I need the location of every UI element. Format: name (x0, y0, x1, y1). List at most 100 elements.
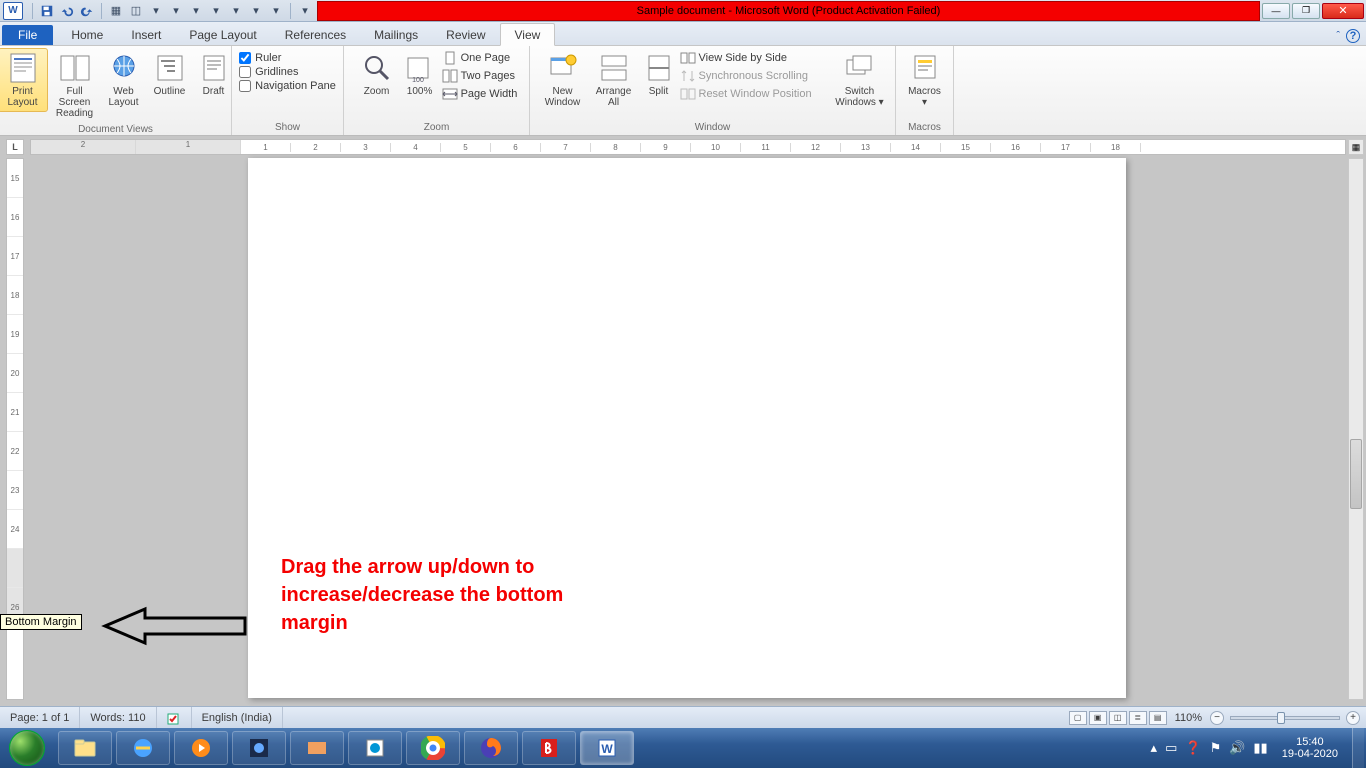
macros-button[interactable]: Macros▾ (901, 48, 949, 112)
annotation-note: Drag the arrow up/down to increase/decre… (281, 553, 621, 637)
tray-clock[interactable]: 15:40 19-04-2020 (1276, 736, 1344, 760)
quick-access-toolbar: ▦ ◫ ▾ ▾ ▾ ▾ ▾ ▾ ▾ ▾ (26, 3, 317, 19)
tray-help-icon[interactable]: ❓ (1185, 740, 1201, 756)
view-draft-icon[interactable]: ▤ (1149, 711, 1167, 725)
tab-selector[interactable]: L (6, 139, 24, 155)
task-app-3[interactable] (348, 731, 402, 765)
svg-text:100: 100 (412, 77, 424, 84)
outline-button[interactable]: Outline (148, 48, 192, 101)
minimize-ribbon-icon[interactable]: ˆ (1336, 30, 1340, 42)
tray-time: 15:40 (1282, 736, 1338, 748)
start-button[interactable] (0, 728, 54, 768)
tab-insert[interactable]: Insert (117, 24, 175, 45)
scrollbar-thumb[interactable] (1350, 439, 1362, 509)
tab-page-layout[interactable]: Page Layout (175, 24, 270, 45)
navigation-pane-checkbox-input[interactable] (239, 80, 251, 92)
window-controls: — ❐ ✕ (1260, 3, 1366, 19)
tray-flag-icon[interactable]: ⚑ (1210, 740, 1222, 756)
vertical-scrollbar[interactable] (1348, 158, 1364, 700)
tab-view[interactable]: View (500, 23, 556, 46)
view-outline-icon[interactable]: ≣ (1129, 711, 1147, 725)
tab-mailings[interactable]: Mailings (360, 24, 432, 45)
draft-button[interactable]: Draft (194, 48, 234, 101)
ruler-checkbox-input[interactable] (239, 52, 251, 64)
web-layout-button[interactable]: Web Layout (102, 48, 146, 112)
draft-label: Draft (203, 86, 225, 97)
zoom-slider-thumb[interactable] (1277, 712, 1285, 724)
tray-up-icon[interactable]: ▴ (1151, 740, 1158, 756)
file-tab[interactable]: File (2, 25, 53, 45)
gridlines-checkbox[interactable]: Gridlines (239, 66, 336, 78)
arrange-all-button[interactable]: Arrange All (590, 48, 638, 112)
qat-icon-6[interactable]: ▾ (208, 3, 224, 19)
task-acrobat[interactable] (522, 731, 576, 765)
gridlines-checkbox-input[interactable] (239, 66, 251, 78)
one-page-button[interactable]: One Page (442, 50, 518, 66)
tray-volume-icon[interactable]: 🔊 (1229, 740, 1245, 756)
title-bar: W ▦ ◫ ▾ ▾ ▾ ▾ ▾ ▾ ▾ ▾ Sample document - … (0, 0, 1366, 22)
close-button[interactable]: ✕ (1322, 3, 1364, 19)
task-chrome[interactable] (406, 731, 460, 765)
navigation-pane-checkbox[interactable]: Navigation Pane (239, 80, 336, 92)
view-side-by-side-button[interactable]: View Side by Side (680, 50, 830, 66)
qat-icon-1[interactable]: ▦ (108, 3, 124, 19)
show-desktop-button[interactable] (1352, 728, 1364, 768)
redo-icon[interactable] (79, 3, 95, 19)
new-window-button[interactable]: New Window (538, 48, 588, 112)
arrange-all-label: Arrange All (593, 86, 635, 108)
zoom-in-button[interactable]: + (1346, 711, 1360, 725)
word-count[interactable]: Words: 110 (80, 707, 156, 728)
task-ie[interactable] (116, 731, 170, 765)
qat-icon-2[interactable]: ◫ (128, 3, 144, 19)
help-icon[interactable]: ? (1346, 29, 1360, 43)
proofing-status[interactable] (157, 707, 192, 728)
view-full-screen-icon[interactable]: ▣ (1089, 711, 1107, 725)
view-web-icon[interactable]: ◫ (1109, 711, 1127, 725)
ruler-toggle-button[interactable]: ▦ (1348, 139, 1364, 155)
hundred-pct-button[interactable]: 100 100% (400, 48, 440, 101)
undo-icon[interactable] (59, 3, 75, 19)
page-width-button[interactable]: Page Width (442, 86, 518, 102)
task-app-1[interactable] (232, 731, 286, 765)
group-show: Ruler Gridlines Navigation Pane Show (232, 46, 344, 135)
qat-customize-icon[interactable]: ▾ (297, 3, 313, 19)
save-icon[interactable] (39, 3, 55, 19)
ruler-checkbox[interactable]: Ruler (239, 52, 336, 64)
task-explorer[interactable] (58, 731, 112, 765)
restore-button[interactable]: ❐ (1292, 3, 1320, 19)
zoom-slider[interactable] (1230, 716, 1340, 720)
outline-label: Outline (154, 86, 186, 97)
minimize-button[interactable]: — (1262, 3, 1290, 19)
view-print-layout-icon[interactable]: ▢ (1069, 711, 1087, 725)
task-wmp[interactable] (174, 731, 228, 765)
document-page[interactable]: Drag the arrow up/down to increase/decre… (248, 158, 1126, 698)
two-pages-button[interactable]: Two Pages (442, 68, 518, 84)
zoom-percent[interactable]: 110% (1169, 712, 1208, 724)
switch-windows-button[interactable]: Switch Windows ▾ (832, 48, 888, 112)
tray-battery-icon[interactable]: ▭ (1165, 740, 1177, 756)
qat-icon-7[interactable]: ▾ (228, 3, 244, 19)
zoom-out-button[interactable]: − (1210, 711, 1224, 725)
qat-icon-9[interactable]: ▾ (268, 3, 284, 19)
task-app-2[interactable] (290, 731, 344, 765)
full-screen-reading-button[interactable]: Full Screen Reading (50, 48, 100, 123)
qat-icon-8[interactable]: ▾ (248, 3, 264, 19)
split-label: Split (649, 86, 668, 97)
qat-icon-3[interactable]: ▾ (148, 3, 164, 19)
language-status[interactable]: English (India) (192, 707, 283, 728)
qat-icon-5[interactable]: ▾ (188, 3, 204, 19)
task-word[interactable]: W (580, 731, 634, 765)
horizontal-ruler[interactable]: 2 1 1 2 3 4 5 6 7 8 9 10 11 12 13 14 15 … (30, 139, 1346, 155)
tab-references[interactable]: References (271, 24, 360, 45)
page-status[interactable]: Page: 1 of 1 (0, 707, 80, 728)
qat-icon-4[interactable]: ▾ (168, 3, 184, 19)
group-zoom: Zoom 100 100% One Page Two Pages Page Wi… (344, 46, 530, 135)
task-firefox[interactable] (464, 731, 518, 765)
tab-review[interactable]: Review (432, 24, 499, 45)
group-document-views: Print Layout Full Screen Reading Web Lay… (0, 46, 232, 135)
tab-home[interactable]: Home (57, 24, 117, 45)
tray-network-icon[interactable]: ▮▮ (1253, 740, 1267, 756)
split-button[interactable]: Split (640, 48, 678, 101)
print-layout-button[interactable]: Print Layout (0, 48, 48, 112)
zoom-button[interactable]: Zoom (356, 48, 398, 101)
